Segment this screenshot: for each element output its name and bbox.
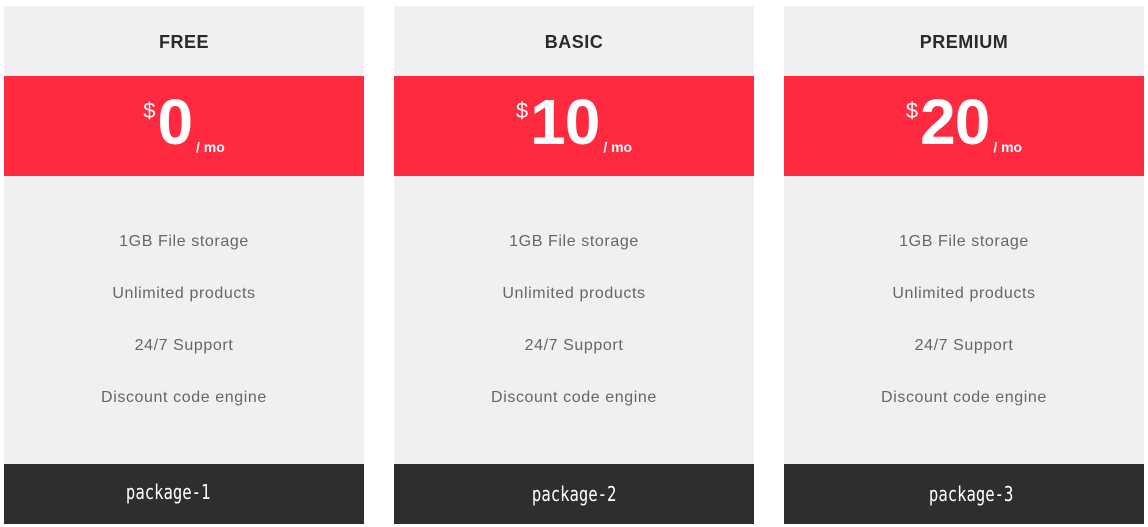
plan-title: PREMIUM [919,32,1009,52]
price-period: / mo [196,139,225,155]
feature-item: Discount code engine [491,389,657,406]
price: $ 20 / mo [906,90,1022,154]
feature-item: Unlimited products [502,285,646,302]
price-amount: 20 [920,86,990,158]
feature-item: Discount code engine [881,389,1047,406]
price-band: $ 10 / mo [394,76,754,176]
feature-item: Unlimited products [112,285,256,302]
package-label: package-1 [125,480,211,504]
feature-item: Unlimited products [892,285,1036,302]
select-package-2-button[interactable]: package-2 [394,464,754,524]
feature-item: 24/7 Support [134,337,234,354]
price-period: / mo [993,139,1023,155]
package-label: package-3 [928,482,1014,506]
plan-card-premium: PREMIUM $ 20 / mo 1GB File storage Unlim… [784,6,1144,524]
plan-title: BASIC [544,32,604,52]
package-label: package-2 [531,482,617,506]
feature-item: 1GB File storage [119,233,249,250]
price: $ 0 / mo [143,90,225,154]
price-band: $ 0 / mo [4,76,364,176]
price-band: $ 20 / mo [784,76,1144,176]
feature-list: 1GB File storage Unlimited products 24/7… [4,176,364,436]
price-amount: 0 [157,86,193,158]
feature-list: 1GB File storage Unlimited products 24/7… [784,176,1144,436]
plan-card-free: FREE $ 0 / mo 1GB File storage Unlimited… [4,6,364,524]
feature-list: 1GB File storage Unlimited products 24/7… [394,176,754,436]
plan-card-basic: BASIC $ 10 / mo 1GB File storage Unlimit… [394,6,754,524]
plan-title: FREE [158,32,209,52]
feature-item: 24/7 Support [524,337,624,354]
currency-symbol: $ [143,98,156,123]
pricing-table: FREE $ 0 / mo 1GB File storage Unlimited… [0,0,1148,527]
feature-item: 24/7 Support [914,337,1014,354]
currency-symbol: $ [905,98,919,123]
select-package-1-button[interactable]: package-1 [4,464,364,524]
price-period: / mo [603,139,633,155]
select-package-3-button[interactable]: package-3 [784,464,1144,524]
price: $ 10 / mo [516,90,632,154]
feature-item: 1GB File storage [509,233,639,250]
feature-item: 1GB File storage [899,233,1029,250]
currency-symbol: $ [515,98,529,123]
price-amount: 10 [530,86,600,158]
feature-item: Discount code engine [101,389,267,406]
